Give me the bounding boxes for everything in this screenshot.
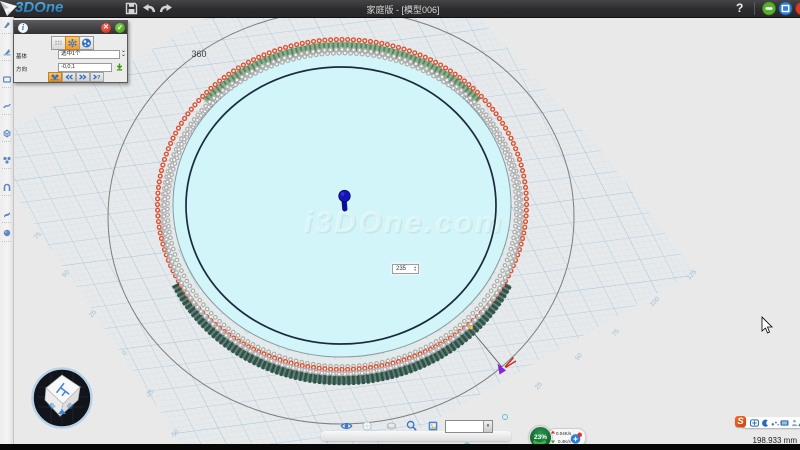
- svg-text:50: 50: [574, 352, 584, 362]
- svg-text:100: 100: [649, 295, 662, 308]
- svg-text:75: 75: [611, 328, 621, 338]
- svg-text:i3DOne.com: i3DOne.com: [304, 206, 504, 239]
- svg-text:360: 360: [191, 49, 206, 59]
- svg-text:25: 25: [534, 381, 544, 391]
- svg-text:?: ?: [97, 75, 101, 81]
